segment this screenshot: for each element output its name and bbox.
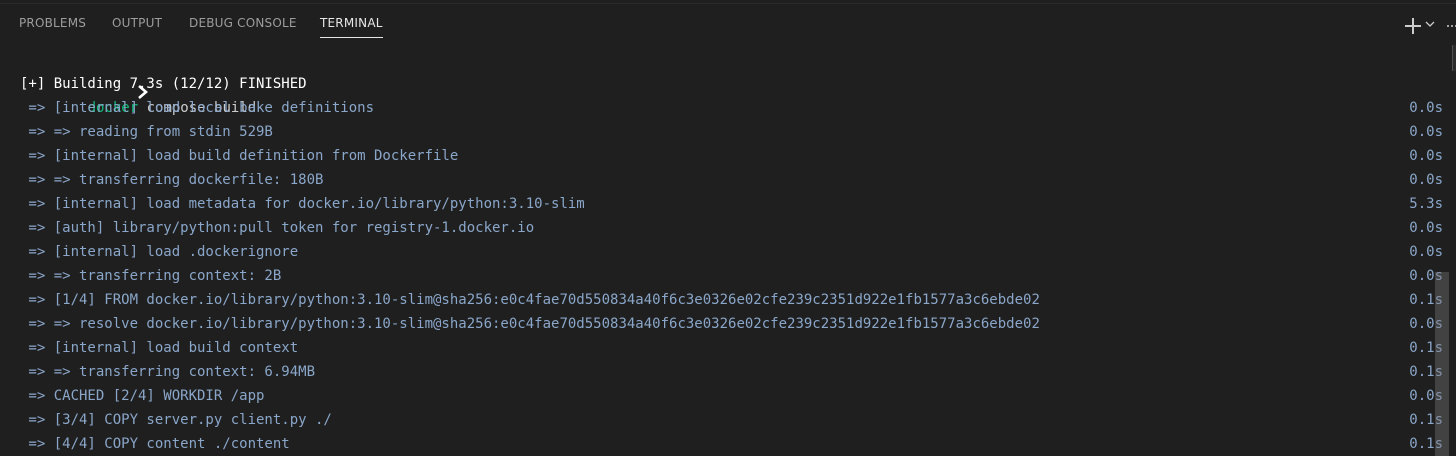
overview-ruler-mark <box>1452 45 1456 71</box>
step-text: => => reading from stdin 529B <box>20 124 273 140</box>
build-step: => => transferring context: 2B 0.0s <box>20 266 1443 286</box>
build-step: => [internal] load build definition from… <box>20 146 1443 166</box>
build-step: => => resolve docker.io/library/python:3… <box>20 314 1443 334</box>
build-step: => [internal] load local bake definition… <box>20 98 1443 118</box>
plus-icon[interactable] <box>1404 17 1422 35</box>
step-text: => => transferring context: 6.94MB <box>20 364 316 380</box>
step-text: => => transferring context: 2B <box>20 268 282 284</box>
build-step: => => transferring context: 6.94MB 0.1s <box>20 362 1443 382</box>
step-duration: 0.0s <box>1409 220 1443 236</box>
step-duration: 0.0s <box>1409 148 1443 164</box>
terminal-panel: PROBLEMS OUTPUT DEBUG CONSOLE TERMINAL d… <box>0 0 1456 456</box>
build-step: => [auth] library/python:pull token for … <box>20 218 1443 238</box>
ellipsis-icon[interactable] <box>1447 25 1456 29</box>
terminal-output[interactable]: docker compose build [+] Building 7.3s (… <box>0 44 1443 456</box>
step-text: => => transferring dockerfile: 180B <box>20 172 324 188</box>
step-duration: 5.3s <box>1409 196 1443 212</box>
build-header: [+] Building 7.3s (12/12) FINISHED <box>20 76 307 92</box>
chevron-down-icon[interactable] <box>1425 19 1435 29</box>
panel-tabs: PROBLEMS OUTPUT DEBUG CONSOLE TERMINAL <box>0 4 1456 40</box>
step-text: => [auth] library/python:pull token for … <box>20 220 535 236</box>
step-text: => [internal] load build context <box>20 340 299 356</box>
step-duration: 0.0s <box>1409 124 1443 140</box>
step-text: => [internal] load build definition from… <box>20 148 459 164</box>
prompt-line: docker compose build <box>19 50 256 116</box>
build-step: => [internal] load .dockerignore 0.0s <box>20 242 1443 262</box>
step-text: => [1/4] FROM docker.io/library/python:3… <box>20 292 1040 308</box>
build-step: => CACHED [2/4] WORKDIR /app 0.0s <box>20 386 1443 406</box>
step-text: => [internal] load metadata for docker.i… <box>20 196 585 212</box>
step-duration: 0.0s <box>1409 100 1443 116</box>
build-step: => [internal] load metadata for docker.i… <box>20 194 1443 214</box>
step-text: => [4/4] COPY content ./content <box>20 436 290 452</box>
step-text: => [internal] load local bake definition… <box>20 100 375 116</box>
scrollbar-thumb[interactable] <box>1435 272 1449 456</box>
step-text: => => resolve docker.io/library/python:3… <box>20 316 1040 332</box>
step-text: => [3/4] COPY server.py client.py ./ <box>20 412 332 428</box>
tab-output[interactable]: OUTPUT <box>112 16 162 36</box>
step-duration: 0.0s <box>1409 172 1443 188</box>
build-step: => => transferring dockerfile: 180B 0.0s <box>20 170 1443 190</box>
step-duration: 0.0s <box>1409 244 1443 260</box>
build-step: => [4/4] COPY content ./content 0.1s <box>20 434 1443 454</box>
tab-problems[interactable]: PROBLEMS <box>19 16 86 36</box>
build-step: => [3/4] COPY server.py client.py ./0.1s <box>20 410 1443 430</box>
build-step: => => reading from stdin 529B 0.0s <box>20 122 1443 142</box>
tab-terminal[interactable]: TERMINAL <box>320 16 383 38</box>
step-text: => CACHED [2/4] WORKDIR /app <box>20 388 265 404</box>
build-step: => [1/4] FROM docker.io/library/python:3… <box>20 290 1443 310</box>
build-step: => [internal] load build context 0.1s <box>20 338 1443 358</box>
step-text: => [internal] load .dockerignore <box>20 244 299 260</box>
tab-debug-console[interactable]: DEBUG CONSOLE <box>189 16 297 36</box>
